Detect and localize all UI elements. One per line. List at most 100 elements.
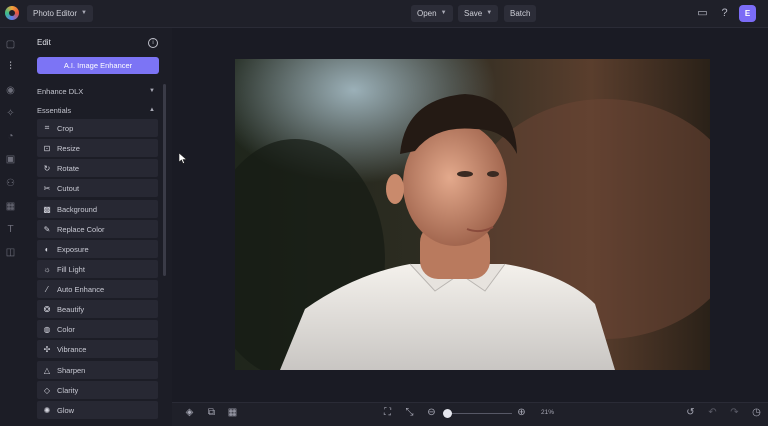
color-icon: ◍ — [43, 324, 51, 334]
photo-image[interactable] — [235, 59, 710, 370]
compare-icon[interactable]: ⧉ — [205, 406, 218, 419]
essentials-row[interactable]: Essentials ▲ — [37, 104, 155, 116]
effects-icon[interactable]: ✧ — [4, 107, 17, 120]
vibrance-icon: ✣ — [43, 344, 51, 354]
tool-label: Replace Color — [57, 224, 105, 234]
tool-label: Color — [57, 324, 75, 334]
batch-button[interactable]: Batch — [504, 5, 537, 22]
tool-label: Resize — [57, 143, 80, 153]
tool-glow[interactable]: ✺ Glow — [37, 401, 158, 419]
diamond-icon: ◇ — [43, 385, 51, 395]
open-label: Open — [417, 9, 437, 18]
zoom-in-icon[interactable]: ⊕ — [515, 406, 528, 419]
actual-size-icon[interactable]: ⤡ — [403, 406, 416, 419]
grid-icon[interactable]: ▦ — [226, 406, 239, 419]
zoom-slider-track[interactable] — [446, 413, 512, 414]
layers-icon[interactable]: ◫ — [4, 246, 17, 259]
beautify-icon: ❂ — [43, 304, 51, 314]
panel-scrollbar[interactable] — [163, 84, 166, 276]
edit-panel: Edit i A.I. Image Enhancer Enhance DLX ▼… — [29, 28, 169, 426]
rotate-icon: ↻ — [43, 163, 51, 173]
tool-cutout[interactable]: ✂ Cutout — [37, 179, 158, 197]
portrait-photo — [235, 59, 710, 370]
tool-label: Sharpen — [57, 365, 86, 375]
tool-fill-light[interactable]: ☼ Fill Light — [37, 260, 158, 278]
tool-resize[interactable]: ⊡ Resize — [37, 139, 158, 157]
tool-label: Clarity — [57, 385, 79, 395]
avatar[interactable]: E — [739, 5, 756, 22]
save-label: Save — [464, 9, 483, 18]
triangle-icon: △ — [43, 365, 51, 375]
chevron-down-icon: ▼ — [486, 10, 493, 16]
text-icon[interactable]: T — [4, 223, 17, 236]
mouse-cursor-icon — [179, 153, 187, 164]
enhance-dlx-row[interactable]: Enhance DLX ▼ — [37, 85, 155, 97]
panel-title: Edit — [37, 38, 51, 47]
reset-icon[interactable]: ↺ — [684, 406, 697, 419]
help-icon[interactable]: ? — [717, 6, 732, 21]
tool-crop[interactable]: ⌗ Crop — [37, 119, 158, 137]
undo-icon[interactable]: ↶ — [706, 406, 719, 419]
resize-icon: ⊡ — [43, 143, 51, 153]
tool-auto-enhance[interactable]: ⁄ Auto Enhance — [37, 280, 158, 298]
image-icon[interactable]: ▢ — [4, 38, 17, 51]
eye-icon[interactable]: ◉ — [4, 84, 17, 97]
bottom-bar — [172, 402, 768, 426]
touch-up-icon[interactable]: ◔ — [4, 130, 17, 143]
tool-label: Background — [57, 204, 98, 214]
layers-icon[interactable]: ◈ — [183, 406, 196, 419]
history-icon[interactable]: ◷ — [750, 406, 763, 419]
tool-replace-color[interactable]: ✎ Replace Color — [37, 220, 158, 238]
fit-screen-icon[interactable]: ⛶ — [381, 406, 394, 419]
light-icon: ☼ — [43, 264, 51, 274]
tool-label: Exposure — [57, 244, 89, 254]
top-bar — [0, 0, 768, 28]
chevron-down-icon: ▼ — [149, 88, 155, 94]
app-logo[interactable] — [5, 6, 19, 20]
chevron-down-icon: ▼ — [81, 10, 87, 16]
tool-background[interactable]: ▩ Background — [37, 200, 158, 218]
tool-label: Beautify — [57, 304, 85, 314]
tool-vibrance[interactable]: ✣ Vibrance — [37, 340, 158, 358]
glow-icon: ✺ — [43, 405, 51, 415]
chevron-up-icon: ▲ — [149, 107, 155, 113]
wand-icon: ⁄ — [46, 284, 48, 294]
ai-image-enhancer-button[interactable]: A.I. Image Enhancer — [37, 57, 159, 74]
frames-icon[interactable]: ▣ — [4, 153, 17, 166]
zoom-out-icon[interactable]: ⊖ — [425, 406, 438, 419]
tool-exposure[interactable]: ◐ Exposure — [37, 240, 158, 258]
crop-icon: ⌗ — [44, 123, 50, 132]
exposure-icon: ◐ — [44, 244, 50, 254]
tool-label: Auto Enhance — [57, 284, 105, 294]
tool-rotate[interactable]: ↻ Rotate — [37, 159, 158, 177]
tool-label: Rotate — [57, 163, 80, 173]
batch-label: Batch — [510, 9, 531, 18]
chat-icon[interactable]: ▭ — [695, 6, 710, 21]
dropper-icon: ✎ — [43, 224, 51, 234]
enhance-dlx-label: Enhance DLX — [37, 86, 84, 96]
tool-label: Fill Light — [57, 264, 85, 274]
app-menu-button[interactable]: Photo Editor ▼ — [27, 5, 93, 22]
zoom-percent: 21% — [541, 409, 555, 416]
overlay-icon[interactable]: ▦ — [4, 200, 17, 213]
scissors-icon: ✂ — [43, 183, 51, 193]
chevron-down-icon: ▼ — [440, 10, 447, 16]
tool-label: Vibrance — [57, 344, 87, 354]
graphics-icon[interactable]: ⚇ — [4, 177, 17, 190]
app-menu-label: Photo Editor — [33, 9, 78, 18]
tool-label: Cutout — [57, 183, 80, 193]
save-button[interactable]: Save ▼ — [458, 5, 499, 22]
open-button[interactable]: Open ▼ — [411, 5, 453, 22]
info-icon[interactable]: i — [148, 38, 158, 48]
redo-icon[interactable]: ↷ — [728, 406, 741, 419]
tool-color[interactable]: ◍ Color — [37, 320, 158, 338]
tool-label: Glow — [57, 405, 75, 415]
sliders-icon[interactable]: ⫶ — [4, 60, 17, 73]
essentials-label: Essentials — [37, 105, 72, 115]
tool-beautify[interactable]: ❂ Beautify — [37, 300, 158, 318]
background-icon: ▩ — [43, 204, 51, 214]
tool-clarity[interactable]: ◇ Clarity — [37, 381, 158, 399]
tool-label: Crop — [57, 123, 74, 133]
tool-sharpen[interactable]: △ Sharpen — [37, 361, 158, 379]
zoom-slider-thumb[interactable] — [443, 409, 452, 418]
